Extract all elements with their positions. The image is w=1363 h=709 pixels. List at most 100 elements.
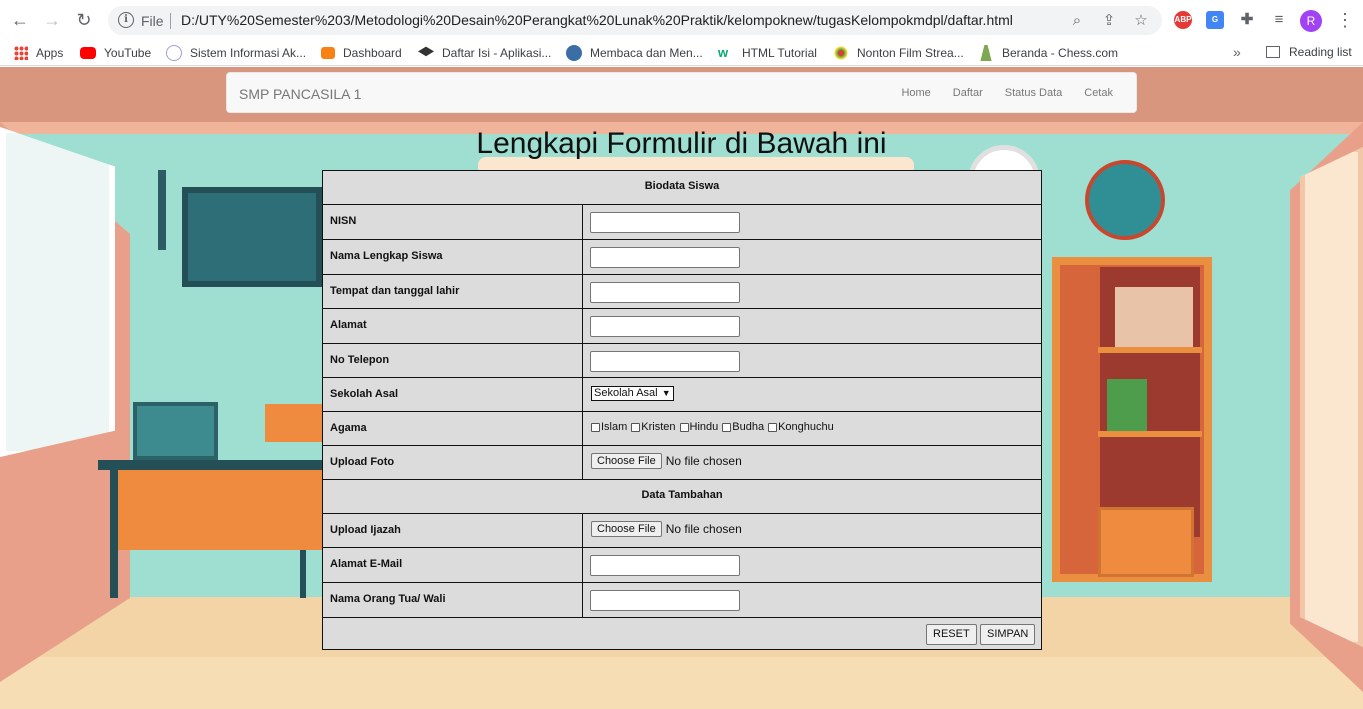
bookmark-label: Membaca dan Men... [590, 46, 703, 60]
browser-toolbar: ← → ↻ i File D:/UTY%20Semester%203/Metod… [0, 0, 1363, 40]
choose-file-button[interactable]: Choose File [591, 453, 662, 469]
address-bar[interactable]: i File D:/UTY%20Semester%203/Metodologi%… [108, 6, 1162, 35]
form-row-telepon: No Telepon [323, 344, 1041, 378]
ttl-input[interactable] [590, 282, 740, 303]
field-label: No Telepon [330, 354, 390, 366]
checkbox[interactable] [722, 422, 732, 432]
back-icon[interactable]: ← [10, 10, 30, 30]
nav-daftar[interactable]: Daftar [942, 73, 994, 114]
form-row-ijazah: Upload Ijazah Choose File No file chosen [323, 514, 1041, 548]
profile-avatar[interactable]: R [1300, 10, 1322, 32]
telepon-input[interactable] [590, 351, 740, 372]
field-label: NISN [330, 215, 357, 227]
site-brand[interactable]: SMP PANCASILA 1 [239, 86, 361, 102]
bookmark-chess[interactable]: Beranda - Chess.com [978, 45, 1118, 61]
checkbox[interactable] [679, 422, 689, 432]
form-row-ttl: Tempat dan tanggal lahir [323, 275, 1041, 309]
form-row-sekolah: Sekolah Asal Sekolah Asal ▼ [323, 378, 1041, 412]
choose-file-button[interactable]: Choose File [591, 521, 662, 537]
agama-checkbox-group: Islam Kristen Hindu Budha Konghuchu [591, 421, 838, 433]
registration-form: Biodata Siswa NISN Nama Lengkap Siswa Te… [322, 170, 1042, 650]
star-icon[interactable]: ☆ [1132, 12, 1150, 30]
background-floor-front [0, 657, 1363, 709]
bookmark-label: Dashboard [343, 46, 402, 60]
field-label: Upload Ijazah [330, 524, 401, 536]
forward-icon[interactable]: → [42, 10, 62, 30]
ortu-input[interactable] [590, 590, 740, 611]
alamat-input[interactable] [590, 316, 740, 337]
nav-status-data[interactable]: Status Data [994, 73, 1073, 114]
section-header-tambahan: Data Tambahan [323, 480, 1041, 514]
bookmark-daftar-isi[interactable]: Daftar Isi - Aplikasi... [418, 45, 551, 61]
info-icon[interactable]: i [118, 12, 134, 28]
reset-button[interactable]: RESET [926, 624, 977, 645]
zoom-icon[interactable]: ⌕ [1068, 12, 1086, 30]
media-queue-icon[interactable]: ≡ [1270, 11, 1288, 29]
bookmark-label: Apps [36, 46, 64, 60]
chevron-down-icon: ▼ [661, 388, 671, 398]
background-shelf-board [1098, 347, 1202, 353]
checkbox[interactable] [768, 422, 778, 432]
agama-option-hindu[interactable]: Hindu [679, 421, 718, 433]
bookmark-dashboard[interactable]: Dashboard [321, 45, 402, 61]
background-desk-front [118, 470, 324, 550]
adblock-extension-icon[interactable]: ABP [1174, 11, 1192, 29]
nama-input[interactable] [590, 247, 740, 268]
flower-icon [833, 45, 849, 61]
bookmarks-overflow-icon[interactable]: » [1233, 44, 1241, 60]
sekolah-select[interactable]: Sekolah Asal ▼ [591, 386, 674, 401]
page-viewport: SMP PANCASILA 1 Home Daftar Status Data … [0, 67, 1363, 709]
simpan-button[interactable]: SIMPAN [980, 624, 1036, 645]
background-desk-leg [300, 550, 306, 598]
file-status: No file chosen [665, 522, 742, 536]
bookmark-sistem-informasi[interactable]: Sistem Informasi Ak... [166, 45, 306, 61]
background-window [0, 127, 115, 457]
bookmark-label: Daftar Isi - Aplikasi... [442, 46, 552, 60]
bookmark-html-tutorial[interactable]: w HTML Tutorial [718, 45, 817, 61]
field-label: Alamat [330, 319, 367, 331]
checkbox[interactable] [631, 422, 641, 432]
bookmarks-bar: Apps YouTube Sistem Informasi Ak... Dash… [0, 40, 1363, 66]
bookmark-apps[interactable]: Apps [14, 45, 63, 61]
agama-option-kristen[interactable]: Kristen [631, 421, 676, 433]
nav-cetak[interactable]: Cetak [1073, 73, 1124, 114]
translate-extension-icon[interactable]: G [1206, 11, 1224, 29]
section-title: Data Tambahan [641, 489, 723, 501]
bookmark-membaca[interactable]: Membaca dan Men... [566, 45, 703, 61]
agama-option-budha[interactable]: Budha [722, 421, 764, 433]
reading-list-label: Reading list [1289, 45, 1352, 59]
nav-home[interactable]: Home [890, 73, 941, 114]
agama-option-islam[interactable]: Islam [591, 421, 627, 433]
checkbox-label: Konghuchu [778, 421, 834, 433]
background-chair [265, 404, 322, 442]
menu-dots-icon[interactable]: ⋮ [1336, 10, 1354, 30]
background-globe [1085, 160, 1165, 240]
bookmark-nonton-film[interactable]: Nonton Film Strea... [833, 45, 964, 61]
share-icon[interactable]: ⇪ [1100, 12, 1118, 30]
extensions-puzzle-icon[interactable]: ✚ [1238, 11, 1256, 29]
bookmark-label: HTML Tutorial [742, 46, 817, 60]
email-input[interactable] [590, 555, 740, 576]
bookmark-youtube[interactable]: YouTube [80, 45, 151, 61]
reload-icon[interactable]: ↻ [74, 10, 94, 30]
form-actions-row: RESET SIMPAN [323, 618, 1041, 649]
checkbox[interactable] [591, 422, 600, 432]
w3schools-icon: w [718, 45, 729, 60]
reading-list-icon [1266, 46, 1280, 58]
nav-links: Home Daftar Status Data Cetak [890, 73, 1124, 114]
url-text[interactable]: D:/UTY%20Semester%203/Metodologi%20Desai… [181, 12, 1013, 28]
form-row-foto: Upload Foto Choose File No file chosen [323, 446, 1041, 480]
form-row-nisn: NISN [323, 205, 1041, 240]
nisn-input[interactable] [590, 212, 740, 233]
form-row-agama: Agama Islam Kristen Hindu Budha Konghuch… [323, 412, 1041, 446]
background-desk-top [98, 460, 328, 470]
apps-grid-icon [14, 46, 28, 60]
agama-option-konghuchu[interactable]: Konghuchu [768, 421, 834, 433]
ijazah-file-input: Choose File No file chosen [591, 521, 742, 537]
background-tv [182, 187, 322, 287]
reading-list-button[interactable]: Reading list [1266, 45, 1352, 59]
field-label: Agama [330, 422, 367, 434]
checkbox-label: Kristen [641, 421, 676, 433]
form-row-nama: Nama Lengkap Siswa [323, 240, 1041, 275]
site-navbar: SMP PANCASILA 1 Home Daftar Status Data … [226, 72, 1137, 113]
